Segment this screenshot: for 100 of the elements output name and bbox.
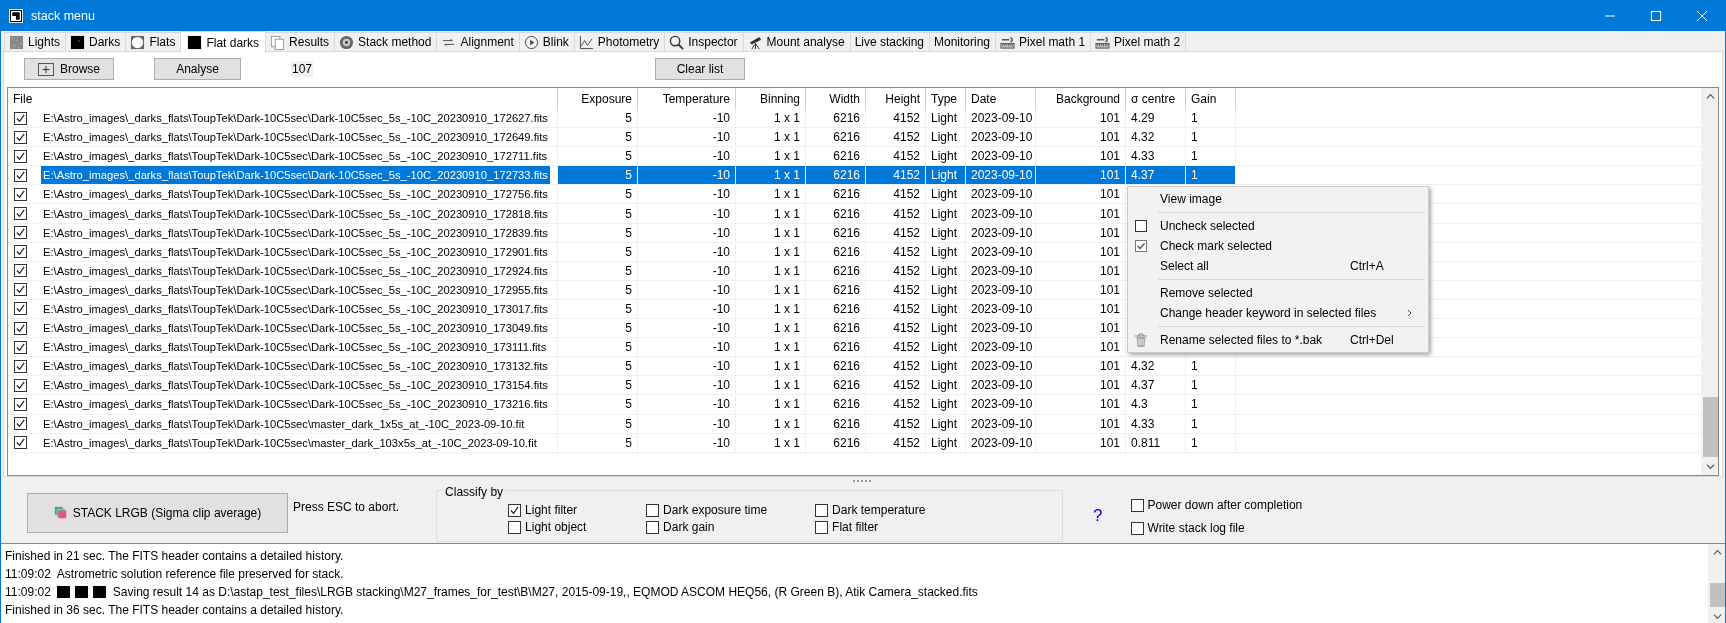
checkbox-label[interactable]: Flat filter [832,520,879,534]
tab[interactable]: Pixel math 2 [1090,32,1187,51]
column-header[interactable]: Gain [1186,88,1236,109]
checkbox[interactable] [14,302,27,316]
table-row[interactable]: E:\Astro_images\_darks_flats\ToupTek\Dark-10C5sec\master_dark_1x5s_at_-10C_2023-09-10.fit 5 -10 1 x 1 6216 4152 Light 2023-09-10 101 4.33 1 [8,414,1701,434]
analyse-button[interactable]: Analyse [154,58,241,80]
browse-button[interactable]: Browse [24,58,114,80]
table-cell: 5 [558,166,638,185]
tab[interactable]: Darks [65,32,127,51]
checkbox[interactable] [14,436,27,450]
table-cell: 6216 [806,357,866,376]
tab[interactable]: Results [265,32,336,51]
checkbox[interactable] [14,417,27,431]
tab[interactable]: Flat darks [180,31,267,53]
tab[interactable]: Flats [125,32,182,51]
clear-list-button[interactable]: Clear list [655,58,746,80]
checkbox[interactable] [14,340,27,354]
table-cell: 5 [558,185,638,204]
scrollbar[interactable] [1701,88,1718,475]
checkbox[interactable] [508,520,522,534]
checkbox[interactable] [14,321,27,335]
checkbox[interactable] [508,503,522,517]
column-header[interactable]: σ centre [1126,88,1186,109]
tab[interactable]: Blink [518,32,575,51]
table-cell: Light [926,338,966,357]
column-header[interactable]: Date [966,88,1036,109]
table-cell: 101 [1036,338,1126,357]
checkbox-label[interactable]: Dark gain [663,520,715,534]
scrollbar[interactable] [1708,544,1725,623]
table-cell: 6216 [806,223,866,242]
checkbox[interactable] [815,503,829,517]
scroll-up-icon[interactable] [1712,548,1722,557]
tab[interactable]: Inspector [664,32,744,51]
table-row[interactable]: E:\Astro_images\_darks_flats\ToupTek\Dark-10C5sec\Dark-10C5sec_5s_-10C_20230910_173132.fits 5 -10 1 x 1 6216 4152 Light 2023-09-10 101 4.32 1 [8,357,1701,377]
scroll-down-icon[interactable] [1705,462,1715,471]
table-cell: 6216 [806,414,866,433]
scroll-up-icon[interactable] [1705,92,1715,101]
table-row[interactable]: E:\Astro_images\_darks_flats\ToupTek\Dark-10C5sec\Dark-10C5sec_5s_-10C_20230910_173216.fits 5 -10 1 x 1 6216 4152 Light 2023-09-10 101 4.3 1 [8,395,1701,415]
tab[interactable]: Pixel math 1 [995,32,1092,51]
tab[interactable]: Live stacking [849,32,930,51]
tab[interactable]: Mount analyse [742,32,851,51]
checkbox-label[interactable]: Dark temperature [832,503,926,517]
checkbox[interactable] [646,520,660,534]
scroll-down-icon[interactable] [1712,612,1722,621]
checkbox[interactable] [14,359,27,373]
scroll-thumb[interactable] [1709,583,1725,607]
checkbox[interactable] [14,130,27,144]
table-cell: -10 [638,109,736,128]
table-cell: -10 [638,376,736,395]
checkbox[interactable] [14,168,27,182]
table-row[interactable]: E:\Astro_images\_darks_flats\ToupTek\Dark-10C5sec\master_dark_103x5s_at_-10C_2023-09-10.fit 5 -10 1 x 1 6216 4152 Light 2023-09-10 101 0.811 1 [8,433,1701,453]
checkbox[interactable] [14,245,27,259]
stack-button[interactable]: STACK LRGB (Sigma clip average) [27,493,288,533]
column-header[interactable]: Binning [736,88,806,109]
checkbox-label[interactable]: Light object [525,520,587,534]
table-cell: 6216 [806,242,866,261]
tab[interactable]: Alignment [436,32,520,51]
checkbox[interactable] [14,283,27,297]
table-cell: 4152 [866,261,926,280]
checkbox[interactable] [14,264,27,278]
table-row[interactable]: E:\Astro_images\_darks_flats\ToupTek\Dark-10C5sec\Dark-10C5sec_5s_-10C_20230910_172733.fits 5 -10 1 x 1 6216 4152 Light 2023-09-10 101 4.37 1 [8,166,1701,186]
table-cell: 4.3 [1126,395,1186,414]
column-header[interactable]: Exposure [558,88,638,109]
checkbox-label[interactable]: Write stack log file [1147,521,1245,535]
column-header[interactable]: Temperature [638,88,736,109]
table-row[interactable]: E:\Astro_images\_darks_flats\ToupTek\Dark-10C5sec\Dark-10C5sec_5s_-10C_20230910_173154.fits 5 -10 1 x 1 6216 4152 Light 2023-09-10 101 4.37 1 [8,376,1701,396]
scroll-thumb[interactable] [1702,397,1718,457]
column-header[interactable]: Type [926,88,966,109]
tab[interactable]: Photometry [573,32,666,51]
table-row[interactable]: E:\Astro_images\_darks_flats\ToupTek\Dark-10C5sec\Dark-10C5sec_5s_-10C_20230910_172649.fits 5 -10 1 x 1 6216 4152 Light 2023-09-10 101 4.32 1 [8,128,1701,148]
checkbox[interactable] [646,503,660,517]
checkbox[interactable] [1130,498,1144,512]
chart-icon [578,34,594,50]
table-cell: 4152 [866,433,926,452]
checkbox-label[interactable]: Light filter [525,503,578,517]
table-cell: 101 [1036,261,1126,280]
table-cell: 6216 [806,280,866,299]
table-cell: 5 [558,204,638,223]
table-cell: 2023-09-10 [966,414,1036,433]
checkbox[interactable] [14,397,27,411]
tab[interactable]: Stack method [334,32,438,51]
checkbox-label[interactable]: Dark exposure time [663,503,768,517]
column-header[interactable]: Background [1036,88,1126,109]
checkbox[interactable] [14,149,27,163]
checkbox[interactable] [14,226,27,240]
checkbox-label[interactable]: Power down after completion [1147,498,1303,512]
checkbox[interactable] [14,111,27,125]
column-header[interactable]: File [8,88,558,109]
checkbox[interactable] [14,187,27,201]
checkbox[interactable] [1130,521,1144,535]
table-row[interactable]: E:\Astro_images\_darks_flats\ToupTek\Dark-10C5sec\Dark-10C5sec_5s_-10C_20230910_172627.fits 5 -10 1 x 1 6216 4152 Light 2023-09-10 101 4.29 1 [8,109,1701,129]
checkbox[interactable] [815,520,829,534]
column-header[interactable]: Width [806,88,866,109]
table-cell: 1 x 1 [736,185,806,204]
tab[interactable]: Monitoring [929,32,997,51]
checkbox[interactable] [14,378,27,392]
checkbox[interactable] [14,207,27,220]
tab[interactable]: Lights [4,32,67,51]
column-header[interactable]: Height [866,88,926,109]
help-link[interactable]: ? [1093,506,1103,526]
